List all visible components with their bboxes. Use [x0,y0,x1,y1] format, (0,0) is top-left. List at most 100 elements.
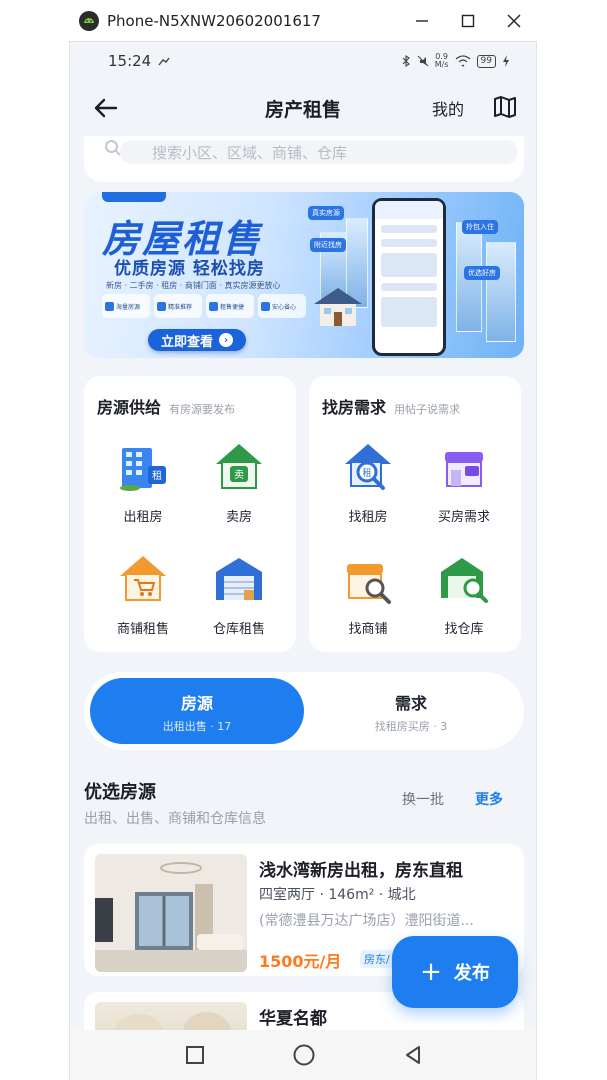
promo-banner[interactable]: 房屋租售 优质房源 轻松找房 新房 · 二手房 · 租房 · 商铺门面 · 真实… [84,192,524,358]
rent-building-icon: 租 [120,448,166,491]
listing-tag: 房东/ [360,950,394,968]
refresh-button[interactable]: 换一批 [402,789,444,809]
demand-item-label: 找租房 [348,510,388,525]
mine-button[interactable]: 我的 [432,96,464,120]
banner-subtitle: 优质房源 轻松找房 [114,259,265,279]
svg-text:租: 租 [152,469,162,482]
phone-screen: 15:24 0.9 M/s 99 房产租售 我的 搜索小区、区域、商铺、仓库 房… [69,42,537,1080]
warehouse-icon [216,558,262,600]
demand-item-find-shop[interactable]: 找商铺 [323,550,413,637]
demand-item-label: 找仓库 [444,622,484,637]
window-titlebar: Phone-N5XNW20602001617 [69,0,537,42]
demand-item-buy[interactable]: 买房需求 [419,438,509,525]
search-placeholder: 搜索小区、区域、商铺、仓库 [152,143,348,162]
section-subtitle: 出租、出售、商铺和仓库信息 [84,811,266,827]
tab-listings[interactable]: 房源 出租出售 · 17 [90,678,304,744]
living-room-image [95,854,247,972]
banner-cta-button[interactable]: 立即查看 › [148,329,246,351]
search-input[interactable]: 搜索小区、区域、商铺、仓库 [120,140,518,164]
recents-icon[interactable] [184,1044,206,1066]
close-button[interactable] [491,0,537,42]
tab-demands[interactable]: 需求 找租房买房 · 3 [304,678,518,744]
wifi-icon [455,55,470,67]
svg-text:租: 租 [362,468,371,479]
mute-icon [417,55,429,67]
supply-item-rent[interactable]: 租 出租房 [98,438,188,525]
banner-badge: 拎包入住 [462,220,498,234]
banner-features: 海量房源 精准推荐 租售便捷 安心省心 [102,294,306,318]
banner-badge: 优选好房 [464,266,500,280]
listing-photo [95,854,247,972]
find-rent-icon: 租 [345,444,391,490]
supply-title: 房源供给 [97,398,162,417]
supply-item-label: 卖房 [225,510,252,525]
banner-description: 新房 · 二手房 · 租房 · 商铺门面 · 真实房源更放心 [106,281,281,290]
demand-subtitle: 用帖子说需求 [394,403,461,416]
home-icon[interactable] [292,1043,316,1067]
listing-address: (常德澧县万达广场店）澧阳街道... [259,913,474,929]
banner-feature: 安心省心 [258,294,306,318]
supply-subtitle: 有房源要发布 [169,403,236,416]
plus-icon: + [420,957,442,987]
tab-info: 出租出售 · 17 [162,720,232,733]
running-icon [158,57,170,66]
map-icon[interactable] [492,94,518,120]
charging-icon [503,55,509,67]
listing-title: 华夏名都 [259,1009,327,1029]
supply-card: 房源供给 有房源要发布 租 出租房 卖 卖房 商铺租售 仓库租售 [84,376,296,652]
tab-info: 找租房买房 · 3 [374,720,448,733]
supply-item-label: 出租房 [123,510,163,525]
app-bar: 房产租售 我的 [70,80,536,136]
system-nav-bar [70,1030,536,1080]
more-button[interactable]: 更多 [475,789,503,809]
supply-item-shop[interactable]: 商铺租售 [98,550,188,637]
net-speed: 0.9 M/s [435,53,449,69]
banner-ribbon [102,192,166,202]
sell-house-icon: 卖 [216,444,262,489]
section-title: 优选房源 [84,782,156,803]
supply-item-label: 仓库租售 [212,622,265,637]
demand-card: 找房需求 用帖子说需求 租 找租房 买房需求 找商铺 找仓库 [309,376,521,652]
supply-item-warehouse[interactable]: 仓库租售 [194,550,284,637]
tab-name: 房源 [180,694,213,713]
listing-meta: 四室两厅 · 146m² · 城北 [259,887,416,903]
banner-badge: 附近找房 [310,238,346,252]
status-bar: 15:24 0.9 M/s 99 [70,42,536,80]
page-title: 房产租售 [264,98,341,121]
demand-item-find-rent[interactable]: 租 找租房 [323,438,413,525]
publish-label: 发布 [453,963,490,984]
demand-item-label: 买房需求 [437,510,490,525]
maximize-button[interactable] [445,0,491,42]
listing-tab-bar: 房源 出租出售 · 17 需求 找租房买房 · 3 [84,672,524,750]
phone-mockup [372,198,446,356]
banner-badge: 真实房源 [308,206,344,220]
listing-title: 浅水湾新房出租，房东直租 [259,861,463,881]
banner-feature: 租售便捷 [206,294,254,318]
minimize-icon [416,19,428,22]
tab-name: 需求 [394,694,427,713]
publish-button[interactable]: + 发布 [392,936,518,1008]
buy-shop-icon [445,452,483,487]
bluetooth-icon [402,55,410,67]
house-illustration [314,288,362,326]
demand-item-find-warehouse[interactable]: 找仓库 [419,550,509,637]
close-icon [507,14,521,27]
net-speed-unit: M/s [434,60,449,69]
search-card: 搜索小区、区域、商铺、仓库 [84,136,524,182]
android-logo-icon [79,10,99,31]
supply-item-sell[interactable]: 卖 卖房 [194,438,284,525]
status-time: 15:24 [108,52,152,70]
svg-text:卖: 卖 [234,469,244,481]
window-title: Phone-N5XNW20602001617 [107,11,321,30]
back-icon[interactable] [402,1044,424,1066]
find-shop-icon [347,564,391,604]
demand-item-label: 找商铺 [348,622,388,637]
battery-indicator: 99 [476,54,496,68]
banner-feature: 海量房源 [102,294,150,318]
listing-price: 1500元/月 [259,952,342,971]
banner-building [486,242,516,342]
maximize-icon [461,14,475,27]
minimize-button[interactable] [399,0,445,42]
supply-item-label: 商铺租售 [116,622,169,637]
arrow-right-icon: › [219,333,233,347]
